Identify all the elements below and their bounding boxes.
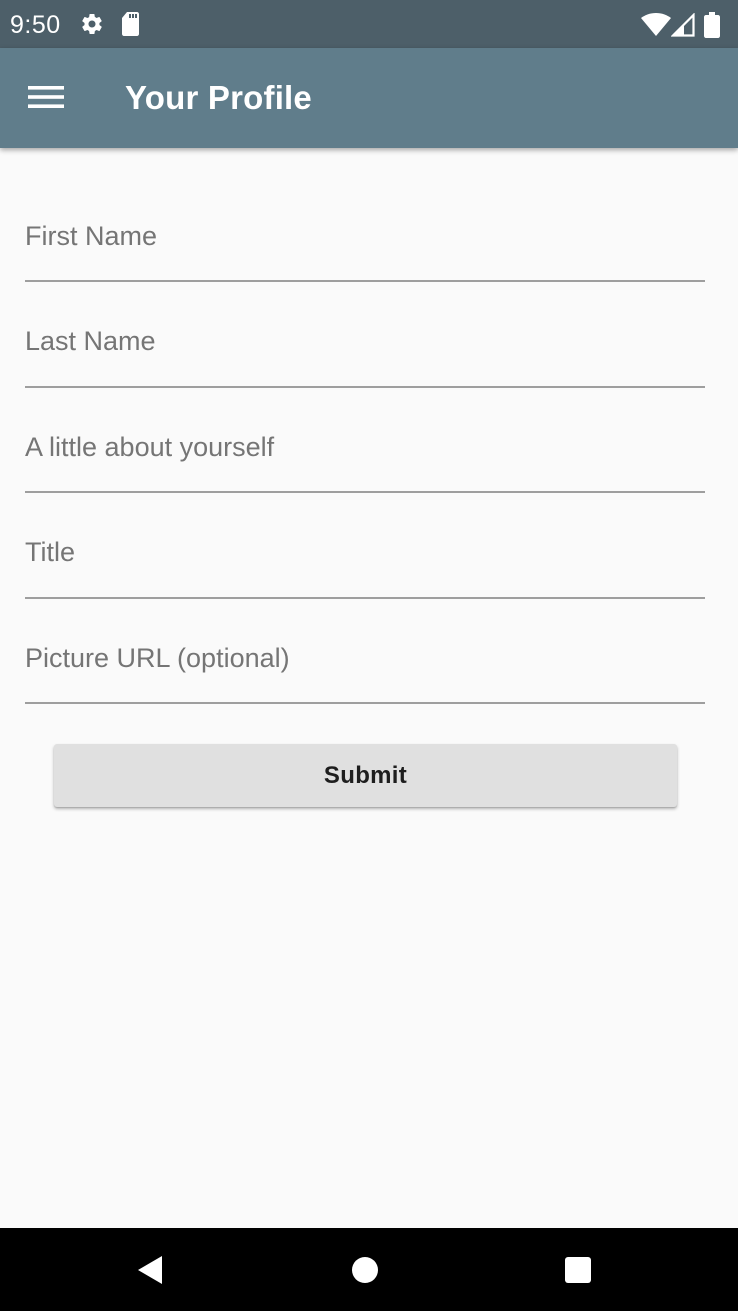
battery-icon (704, 12, 720, 38)
recents-icon (565, 1256, 591, 1283)
status-time: 9:50 (10, 11, 61, 39)
home-icon (352, 1256, 378, 1283)
first-name-field-container (25, 178, 705, 283)
picture-url-field-container (25, 600, 705, 705)
first-name-field[interactable] (25, 178, 705, 282)
status-bar: 9:50 (0, 0, 738, 48)
submit-button[interactable]: Submit (54, 744, 677, 807)
back-button[interactable] (90, 1228, 210, 1311)
picture-url-field[interactable] (25, 600, 705, 704)
about-field[interactable] (25, 389, 705, 493)
app-bar: Your Profile (0, 48, 738, 148)
screen: 9:50 Your Profile First Name Last Name A… (0, 0, 738, 1311)
hamburger-menu-icon (28, 86, 64, 108)
sd-card-icon (122, 12, 139, 36)
gear-icon (82, 14, 102, 35)
about-field-container (25, 389, 705, 494)
back-icon (138, 1255, 162, 1284)
last-name-field-container (25, 283, 705, 389)
signal-icon (671, 13, 695, 37)
menu-button[interactable] (18, 76, 74, 120)
last-name-field[interactable] (25, 283, 705, 388)
home-button[interactable] (305, 1228, 425, 1311)
title-field[interactable] (25, 494, 705, 599)
navigation-bar (0, 1228, 738, 1311)
recents-button[interactable] (518, 1228, 638, 1311)
wifi-icon (641, 13, 671, 36)
title-field-container (25, 494, 705, 600)
profile-form (25, 178, 705, 706)
page-title: Your Profile (125, 79, 312, 116)
